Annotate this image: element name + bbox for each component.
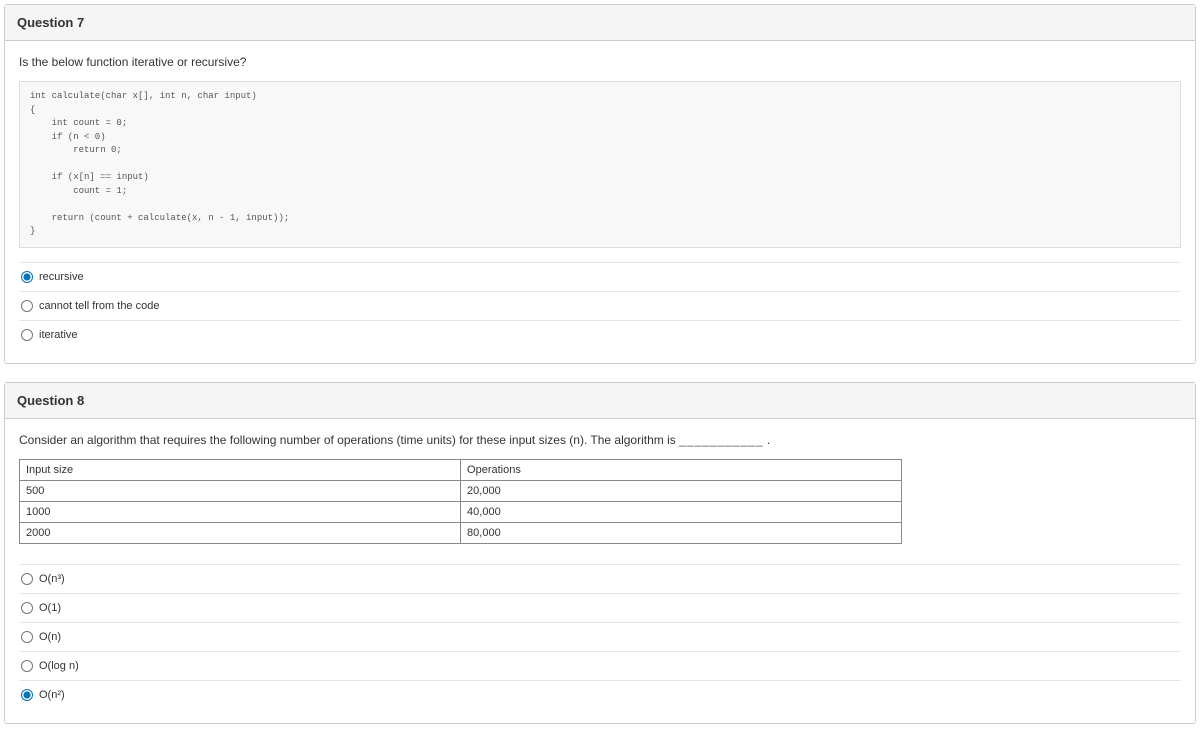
option-cannot-tell[interactable]: cannot tell from the code xyxy=(19,292,1181,321)
option-on3[interactable]: O(n³) xyxy=(19,565,1181,594)
prompt-prefix: Consider an algorithm that requires the … xyxy=(19,433,679,447)
table-row: Input size Operations xyxy=(20,459,902,480)
prompt-suffix: . xyxy=(764,433,771,447)
radio-on[interactable] xyxy=(21,631,33,643)
question-7-title: Question 7 xyxy=(17,15,84,30)
option-iterative[interactable]: iterative xyxy=(19,321,1181,349)
option-label: cannot tell from the code xyxy=(39,300,159,312)
radio-iterative[interactable] xyxy=(21,329,33,341)
option-label: recursive xyxy=(39,271,84,283)
question-8-options: O(n³) O(1) O(n) O(log n) O(n²) xyxy=(19,564,1181,709)
cell: 500 xyxy=(20,480,461,501)
radio-recursive[interactable] xyxy=(21,271,33,283)
radio-on3[interactable] xyxy=(21,573,33,585)
option-o1[interactable]: O(1) xyxy=(19,594,1181,623)
radio-on2[interactable] xyxy=(21,689,33,701)
question-8: Question 8 Consider an algorithm that re… xyxy=(4,382,1196,724)
question-8-body: Consider an algorithm that requires the … xyxy=(5,419,1195,723)
question-7-header: Question 7 xyxy=(5,5,1195,41)
radio-cannot-tell[interactable] xyxy=(21,300,33,312)
table-row: 500 20,000 xyxy=(20,480,902,501)
question-8-title: Question 8 xyxy=(17,393,84,408)
option-on2[interactable]: O(n²) xyxy=(19,681,1181,709)
question-7-code: int calculate(char x[], int n, char inpu… xyxy=(19,81,1181,248)
question-7-prompt: Is the below function iterative or recur… xyxy=(19,55,1181,69)
option-ologn[interactable]: O(log n) xyxy=(19,652,1181,681)
option-label: iterative xyxy=(39,329,78,341)
question-8-prompt: Consider an algorithm that requires the … xyxy=(19,433,1181,447)
option-label: O(n²) xyxy=(39,689,65,701)
question-7-options: recursive cannot tell from the code iter… xyxy=(19,262,1181,349)
cell: 40,000 xyxy=(461,501,902,522)
radio-ologn[interactable] xyxy=(21,660,33,672)
table-row: 1000 40,000 xyxy=(20,501,902,522)
option-on[interactable]: O(n) xyxy=(19,623,1181,652)
question-7: Question 7 Is the below function iterati… xyxy=(4,4,1196,364)
table-header-input: Input size xyxy=(20,459,461,480)
question-8-header: Question 8 xyxy=(5,383,1195,419)
table-row: 2000 80,000 xyxy=(20,522,902,543)
option-recursive[interactable]: recursive xyxy=(19,263,1181,292)
option-label: O(n) xyxy=(39,631,61,643)
radio-o1[interactable] xyxy=(21,602,33,614)
cell: 80,000 xyxy=(461,522,902,543)
option-label: O(log n) xyxy=(39,660,79,672)
operations-table: Input size Operations 500 20,000 1000 40… xyxy=(19,459,902,544)
option-label: O(n³) xyxy=(39,573,65,585)
cell: 2000 xyxy=(20,522,461,543)
table-header-operations: Operations xyxy=(461,459,902,480)
cell: 1000 xyxy=(20,501,461,522)
cell: 20,000 xyxy=(461,480,902,501)
question-7-body: Is the below function iterative or recur… xyxy=(5,41,1195,363)
blank-line: ___________ xyxy=(679,433,763,447)
option-label: O(1) xyxy=(39,602,61,614)
